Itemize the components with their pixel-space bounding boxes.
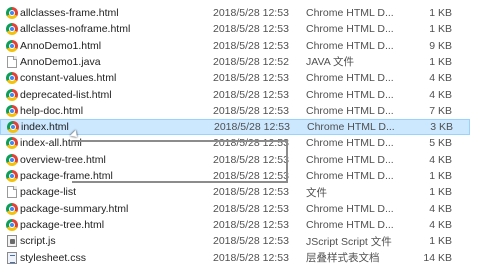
- file-type: Chrome HTML D...: [306, 88, 394, 101]
- file-size: 1 KB: [429, 170, 452, 182]
- file-type: Chrome HTML D...: [306, 170, 394, 182]
- file-row[interactable]: help-doc.html 2018/5/28 12:53 Chrome HTML …: [0, 103, 470, 119]
- file-modified-date: 2018/5/28 12:53: [213, 186, 289, 199]
- file-modified-date: 2018/5/28 12:53: [213, 39, 289, 52]
- file-modified-date: 2018/5/28 12:53: [213, 137, 289, 150]
- file-size: 14 KB: [423, 251, 452, 264]
- file-row[interactable]: deprecated-list.html 2018/5/28 12:53 Chrom…: [0, 87, 470, 103]
- file-name: package-list: [20, 186, 77, 199]
- chrome-icon: [6, 137, 18, 150]
- chrome-icon: [6, 88, 18, 101]
- file-name: allclasses-frame.html: [20, 7, 119, 19]
- file-name: index.html: [21, 121, 69, 134]
- chrome-icon: [6, 218, 18, 231]
- document-icon: [7, 55, 17, 68]
- file-type: Chrome HTML D...: [306, 202, 394, 215]
- file-size: 1 KB: [429, 23, 452, 36]
- file-size: 4 KB: [429, 72, 452, 85]
- file-name: deprecated-list.html: [20, 88, 112, 101]
- file-size: 4 KB: [429, 88, 452, 101]
- file-modified-date: 2018/5/28 12:53: [213, 88, 289, 101]
- file-modified-date: 2018/5/28 12:53: [213, 202, 289, 215]
- file-row[interactable]: allclasses-noframe.html 2018/5/28 12:53 Ch…: [0, 21, 470, 37]
- file-type: Chrome HTML D...: [306, 72, 394, 85]
- file-name: stylesheet.css: [20, 251, 86, 264]
- file-name: AnnoDemo1.html: [20, 39, 102, 52]
- file-row[interactable]: package-frame.html 2018/5/28 12:53 Chrome …: [0, 168, 470, 184]
- file-row[interactable]: constant-values.html 2018/5/28 12:53 Chrom…: [0, 70, 470, 86]
- file-size: 4 KB: [429, 202, 452, 215]
- file-size: 3 KB: [430, 121, 453, 134]
- file-row[interactable]: AnnoDemo1.html 2018/5/28 12:53 Chrome HTML…: [0, 38, 470, 54]
- file-row[interactable]: package-list 2018/5/28 12:53 文件 1 KB: [0, 184, 470, 200]
- file-row[interactable]: overview-tree.html 2018/5/28 12:53 Chrome …: [0, 152, 470, 168]
- file-name: index-all.html: [20, 137, 82, 150]
- chrome-icon: [6, 7, 18, 19]
- file-type: JScript Script 文件: [306, 235, 392, 248]
- chrome-icon: [7, 121, 19, 134]
- file-type: JAVA 文件: [306, 56, 355, 69]
- file-type: Chrome HTML D...: [306, 39, 394, 52]
- file-name: allclasses-noframe.html: [20, 23, 131, 36]
- file-size: 5 KB: [429, 137, 452, 150]
- chrome-icon: [6, 39, 18, 52]
- script-icon: [7, 235, 17, 248]
- file-type: Chrome HTML D...: [306, 153, 394, 166]
- file-modified-date: 2018/5/28 12:53: [214, 121, 290, 134]
- file-type: Chrome HTML D...: [306, 104, 394, 117]
- file-modified-date: 2018/5/28 12:53: [213, 218, 289, 231]
- file-modified-date: 2018/5/28 12:52: [213, 55, 289, 68]
- file-modified-date: 2018/5/28 12:53: [213, 23, 289, 36]
- chrome-icon: [6, 153, 18, 166]
- file-row[interactable]: script.js 2018/5/28 12:53 JScript Script 文…: [0, 233, 470, 249]
- file-type: 层叠样式表文档: [306, 252, 380, 264]
- file-size: 9 KB: [429, 39, 452, 52]
- file-modified-date: 2018/5/28 12:53: [213, 153, 289, 166]
- chrome-icon: [6, 72, 18, 85]
- chrome-icon: [6, 170, 18, 182]
- file-type: Chrome HTML D...: [307, 121, 395, 134]
- file-name: help-doc.html: [20, 104, 84, 117]
- document-icon: [7, 186, 17, 199]
- file-size: 1 KB: [429, 235, 452, 248]
- chrome-icon: [6, 23, 18, 36]
- file-name: AnnoDemo1.java: [20, 55, 101, 68]
- file-type: Chrome HTML D...: [306, 23, 394, 36]
- file-size: 4 KB: [429, 153, 452, 166]
- file-row[interactable]: AnnoDemo1.java 2018/5/28 12:52 JAVA 文件 1 KB: [0, 54, 470, 70]
- file-row[interactable]: index-all.html 2018/5/28 12:53 Chrome HTML…: [0, 135, 470, 151]
- file-modified-date: 2018/5/28 12:53: [213, 251, 289, 264]
- file-modified-date: 2018/5/28 12:53: [213, 7, 289, 19]
- file-size: 1 KB: [429, 186, 452, 199]
- file-modified-date: 2018/5/28 12:53: [213, 104, 289, 117]
- file-name: package-tree.html: [20, 218, 105, 231]
- file-size: 1 KB: [429, 7, 452, 19]
- file-size: 4 KB: [429, 218, 452, 231]
- stylesheet-icon: [7, 251, 17, 264]
- file-row[interactable]: package-tree.html 2018/5/28 12:53 Chrome H…: [0, 217, 470, 233]
- chrome-icon: [6, 104, 18, 117]
- file-size: 7 KB: [429, 104, 452, 117]
- file-type: 文件: [306, 186, 327, 199]
- file-name: script.js: [20, 235, 56, 248]
- file-row[interactable]: index.html 2018/5/28 12:53 Chrome HTML D..…: [0, 119, 470, 136]
- file-name: package-summary.html: [20, 202, 129, 215]
- file-modified-date: 2018/5/28 12:53: [213, 170, 289, 182]
- file-modified-date: 2018/5/28 12:53: [213, 235, 289, 248]
- file-list: allclasses-frame.html 2018/5/28 12:53 Chro…: [0, 0, 502, 279]
- file-row[interactable]: package-summary.html 2018/5/28 12:53 Chrom…: [0, 201, 470, 217]
- chrome-icon: [6, 202, 18, 215]
- file-name: constant-values.html: [20, 72, 117, 85]
- file-name: package-frame.html: [20, 170, 113, 182]
- file-type: Chrome HTML D...: [306, 218, 394, 231]
- file-type: Chrome HTML D...: [306, 7, 394, 19]
- file-row[interactable]: stylesheet.css 2018/5/28 12:53 层叠样式表文档 14 K…: [0, 250, 470, 266]
- file-name: overview-tree.html: [20, 153, 106, 166]
- file-type: Chrome HTML D...: [306, 137, 394, 150]
- file-modified-date: 2018/5/28 12:53: [213, 72, 289, 85]
- file-row[interactable]: allclasses-frame.html 2018/5/28 12:53 Chro…: [0, 5, 470, 21]
- file-size: 1 KB: [429, 55, 452, 68]
